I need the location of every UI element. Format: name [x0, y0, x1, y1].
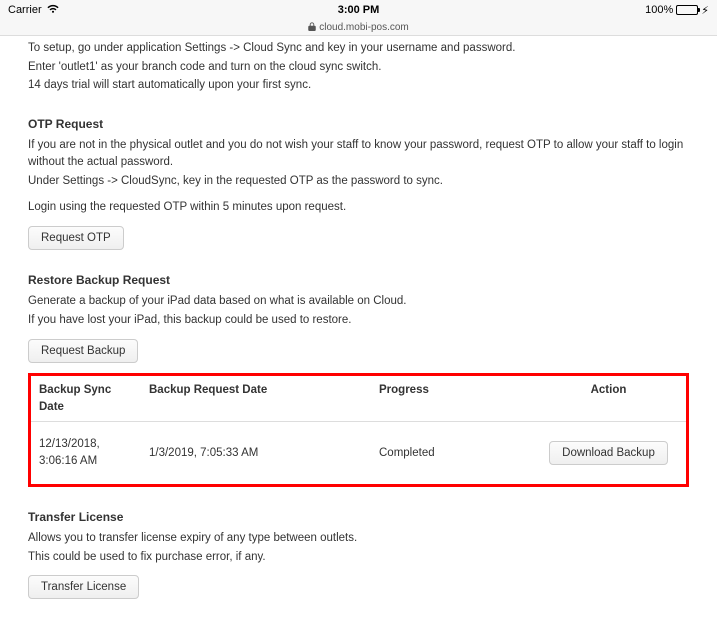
cell-request-date: 1/3/2019, 7:05:33 AM	[141, 422, 371, 484]
status-right: 100% ⚡︎	[645, 4, 709, 17]
otp-text: Under Settings -> CloudSync, key in the …	[28, 173, 689, 190]
transfer-text: This could be used to fix purchase error…	[28, 549, 689, 566]
status-bar: Carrier 3:00 PM 100% ⚡︎	[0, 0, 717, 20]
otp-heading: OTP Request	[28, 116, 689, 133]
backup-table: Backup Sync Date Backup Request Date Pro…	[31, 376, 686, 484]
intro-line: To setup, go under application Settings …	[28, 40, 689, 57]
col-action: Action	[531, 376, 686, 422]
restore-text: If you have lost your iPad, this backup …	[28, 312, 689, 329]
transfer-section: Transfer License Allows you to transfer …	[28, 509, 689, 600]
table-row: 12/13/2018, 3:06:16 AM 1/3/2019, 7:05:33…	[31, 422, 686, 484]
cell-progress: Completed	[371, 422, 531, 484]
wifi-icon	[46, 4, 60, 17]
restore-section: Restore Backup Request Generate a backup…	[28, 272, 689, 486]
carrier-label: Carrier	[8, 4, 42, 16]
intro-line: Enter 'outlet1' as your branch code and …	[28, 59, 689, 76]
lock-icon	[308, 22, 316, 34]
transfer-license-button[interactable]: Transfer License	[28, 575, 139, 599]
col-request-date: Backup Request Date	[141, 376, 371, 422]
request-otp-button[interactable]: Request OTP	[28, 226, 124, 250]
intro-line: 14 days trial will start automatically u…	[28, 77, 689, 94]
backup-table-highlight: Backup Sync Date Backup Request Date Pro…	[28, 373, 689, 487]
download-backup-button[interactable]: Download Backup	[549, 441, 668, 465]
table-header-row: Backup Sync Date Backup Request Date Pro…	[31, 376, 686, 422]
restore-heading: Restore Backup Request	[28, 272, 689, 289]
browser-url-bar: cloud.mobi-pos.com	[0, 20, 717, 36]
status-left: Carrier	[8, 4, 60, 17]
col-progress: Progress	[371, 376, 531, 422]
cell-sync-date: 12/13/2018, 3:06:16 AM	[31, 422, 141, 484]
transfer-heading: Transfer License	[28, 509, 689, 526]
charging-icon: ⚡︎	[701, 4, 709, 17]
col-sync-date: Backup Sync Date	[31, 376, 141, 422]
request-backup-button[interactable]: Request Backup	[28, 339, 138, 363]
url-text: cloud.mobi-pos.com	[319, 22, 408, 33]
status-time: 3:00 PM	[338, 4, 380, 16]
restore-text: Generate a backup of your iPad data base…	[28, 293, 689, 310]
cell-action: Download Backup	[531, 422, 686, 484]
transfer-text: Allows you to transfer license expiry of…	[28, 530, 689, 547]
battery-percent: 100%	[645, 4, 673, 16]
page-content: To setup, go under application Settings …	[0, 40, 717, 619]
setup-intro: To setup, go under application Settings …	[28, 40, 689, 94]
otp-text: If you are not in the physical outlet an…	[28, 137, 689, 170]
otp-text: Login using the requested OTP within 5 m…	[28, 199, 689, 216]
battery-icon	[676, 5, 698, 15]
otp-section: OTP Request If you are not in the physic…	[28, 116, 689, 250]
